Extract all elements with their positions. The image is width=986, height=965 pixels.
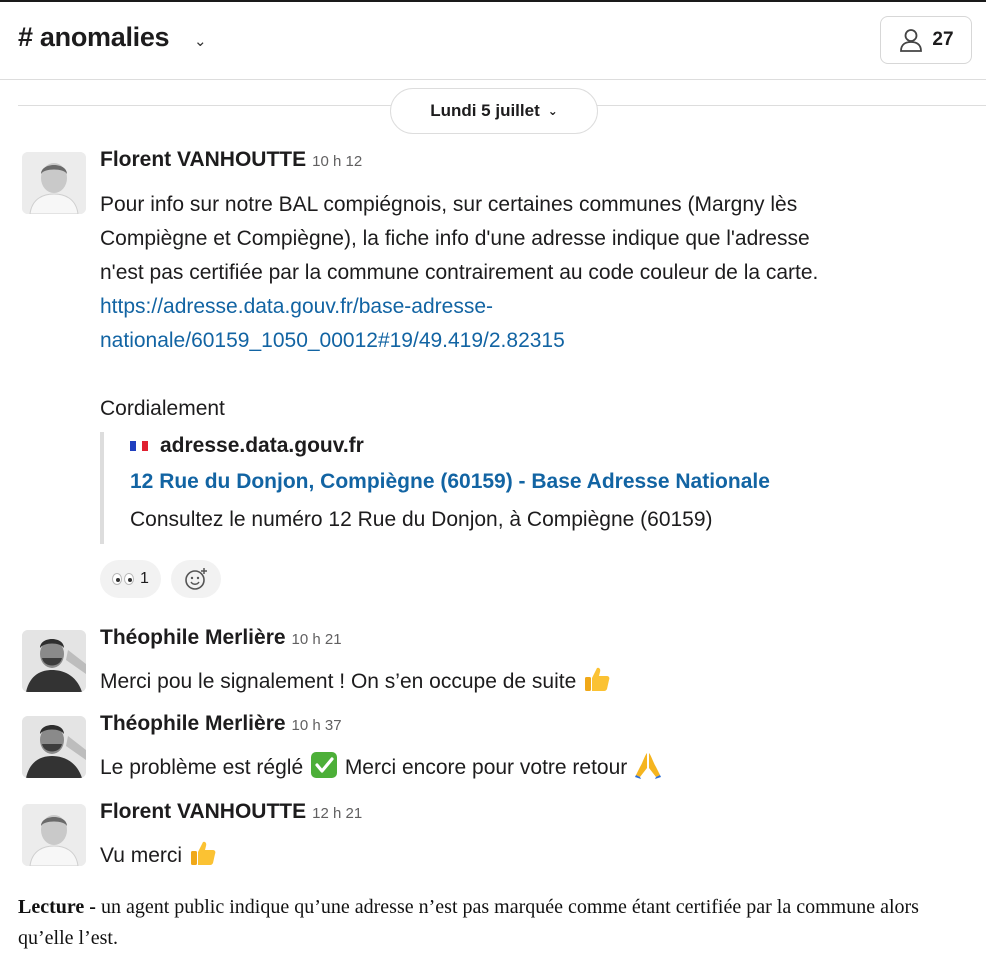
message-author[interactable]: Florent VANHOUTTE 12 h 21 <box>100 800 362 824</box>
caption-text: un agent public indique qu’une adresse n… <box>18 896 919 949</box>
message-body: Vu merci <box>100 838 218 873</box>
thumbs-up-icon <box>585 667 610 691</box>
add-reaction-icon <box>185 568 207 590</box>
preview-site[interactable]: adresse.data.gouv.fr <box>130 434 364 458</box>
date-divider-button[interactable]: Lundi 5 juillet ⌄ <box>390 88 598 134</box>
date-label: Lundi 5 juillet <box>430 101 540 120</box>
check-mark-icon <box>310 752 337 778</box>
chevron-down-icon: ⌄ <box>547 104 558 118</box>
message-link[interactable]: nationale/60159_1050_00012#19/49.419/2.8… <box>100 324 818 358</box>
eyes-icon <box>112 573 134 585</box>
channel-header: # anomalies ⌄ 27 <box>0 2 986 80</box>
french-flag-icon <box>130 441 148 451</box>
message-time[interactable]: 10 h 37 <box>292 717 342 734</box>
message-body: Pour info sur notre BAL compiégnois, sur… <box>100 188 818 358</box>
message-body: Merci pou le signalement ! On s’en occup… <box>100 664 612 699</box>
message-time[interactable]: 10 h 12 <box>312 153 362 170</box>
message-link[interactable]: https://adresse.data.gouv.fr/base-adress… <box>100 290 818 324</box>
caption-lead: Lecture - <box>18 896 96 918</box>
add-reaction-button[interactable] <box>170 560 221 598</box>
avatar[interactable] <box>22 152 86 214</box>
link-preview: adresse.data.gouv.fr 12 Rue du Donjon, C… <box>100 432 880 544</box>
thumbs-up-icon <box>190 841 216 865</box>
figure-caption: Lecture - un agent public indique qu’une… <box>18 892 978 954</box>
praying-hands-icon <box>635 753 662 779</box>
message-signoff: Cordialement <box>100 397 225 420</box>
avatar[interactable] <box>22 804 86 866</box>
message-author[interactable]: Théophile Merlière 10 h 37 <box>100 712 342 736</box>
person-icon <box>900 29 923 52</box>
message-body: Le problème est réglé Merci encore pour … <box>100 750 663 785</box>
reactions-bar: 1 <box>100 560 221 598</box>
channel-name[interactable]: # anomalies <box>18 22 170 53</box>
message-time[interactable]: 10 h 21 <box>292 631 342 648</box>
members-button[interactable]: 27 <box>880 16 972 64</box>
member-count: 27 <box>932 29 954 50</box>
reaction-count: 1 <box>140 570 149 587</box>
message-author[interactable]: Théophile Merlière 10 h 21 <box>100 626 342 650</box>
preview-title[interactable]: 12 Rue du Donjon, Compiègne (60159) - Ba… <box>130 470 770 494</box>
preview-description: Consultez le numéro 12 Rue du Donjon, à … <box>130 508 713 531</box>
chevron-down-icon[interactable]: ⌄ <box>194 32 207 50</box>
reaction-eyes[interactable]: 1 <box>100 560 161 598</box>
avatar[interactable] <box>22 630 86 692</box>
avatar[interactable] <box>22 716 86 778</box>
message-time[interactable]: 12 h 21 <box>312 805 362 822</box>
message-author[interactable]: Florent VANHOUTTE 10 h 12 <box>100 148 362 172</box>
